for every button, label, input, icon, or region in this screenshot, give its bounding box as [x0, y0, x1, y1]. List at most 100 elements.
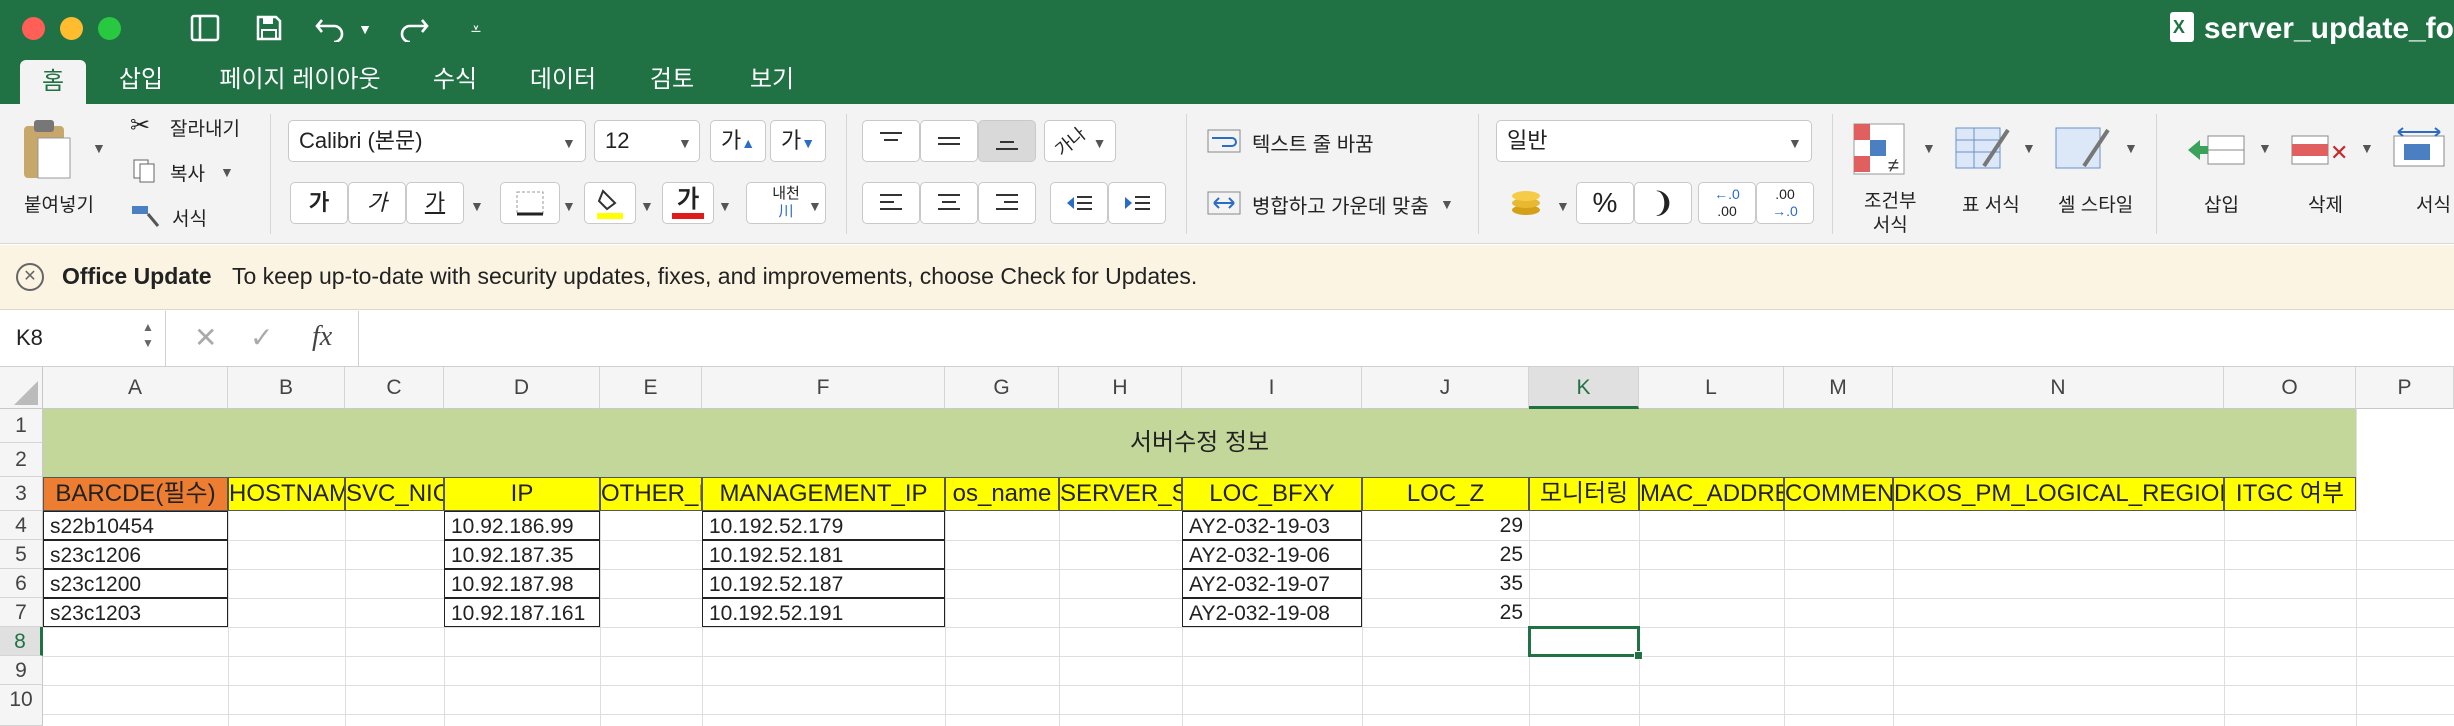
- phonetic-dropdown-icon[interactable]: ▼: [808, 198, 822, 214]
- format-painter-icon[interactable]: [130, 202, 162, 230]
- zoom-window-button[interactable]: [98, 17, 121, 40]
- data-cell-loc-bfxy[interactable]: AY2-032-19-03: [1182, 511, 1362, 540]
- insert-function-button[interactable]: fx: [312, 321, 332, 353]
- row-header-2[interactable]: 2: [0, 443, 43, 477]
- paste-dropdown-icon[interactable]: ▼: [92, 140, 106, 156]
- minimize-window-button[interactable]: [60, 17, 83, 40]
- orientation-button[interactable]: 가나 ▼: [1044, 120, 1116, 162]
- underline-button[interactable]: 가: [406, 182, 464, 224]
- row-header-4[interactable]: 4: [0, 511, 43, 540]
- font-name-dropdown-icon[interactable]: ▼: [562, 135, 576, 151]
- redo-icon[interactable]: [396, 14, 432, 44]
- header-cell-loc-bfxy[interactable]: LOC_BFXY: [1182, 477, 1362, 511]
- format-cells-icon[interactable]: [2390, 126, 2450, 176]
- merge-dropdown-icon[interactable]: ▼: [1440, 196, 1454, 212]
- column-header-n[interactable]: N: [1893, 367, 2224, 409]
- percent-style-button[interactable]: %: [1576, 182, 1634, 224]
- column-header-g[interactable]: G: [945, 367, 1059, 409]
- tab-page-layout[interactable]: 페이지 레이아웃: [200, 56, 400, 104]
- column-header-l[interactable]: L: [1639, 367, 1784, 409]
- spreadsheet-grid[interactable]: A B C D E F G H I J K L M N O P 1 2 3 4 …: [0, 367, 2454, 726]
- save-icon[interactable]: [252, 14, 286, 44]
- data-cell-barcode[interactable]: s23c1206: [43, 540, 228, 569]
- conditional-format-icon[interactable]: ≠: [1852, 122, 1906, 177]
- column-header-d[interactable]: D: [444, 367, 600, 409]
- grow-font-button[interactable]: 가▲: [710, 120, 766, 162]
- header-cell-mac-address[interactable]: MAC_ADDRESS: [1639, 477, 1784, 511]
- row-header-1[interactable]: 1: [0, 409, 43, 443]
- header-cell-hostname[interactable]: HOSTNAME: [228, 477, 345, 511]
- cell-style-dropdown-icon[interactable]: ▼: [2124, 140, 2138, 156]
- tab-view[interactable]: 보기: [736, 56, 808, 104]
- row-header-5[interactable]: 5: [0, 540, 43, 569]
- header-cell-dkos-region[interactable]: DKOS_PM_LOGICAL_REGION: [1893, 477, 2224, 511]
- font-color-dropdown-icon[interactable]: ▼: [718, 198, 732, 214]
- row-header-9[interactable]: 9: [0, 656, 43, 685]
- data-cell-loc-z[interactable]: 35: [1362, 569, 1529, 598]
- borders-dropdown-icon[interactable]: ▼: [562, 198, 576, 214]
- header-cell-ip[interactable]: IP: [444, 477, 600, 511]
- copy-button[interactable]: 복사: [170, 159, 205, 186]
- column-header-k[interactable]: K: [1529, 367, 1639, 409]
- format-painter-button[interactable]: 서식: [172, 204, 207, 231]
- data-cell-loc-bfxy[interactable]: AY2-032-19-07: [1182, 569, 1362, 598]
- undo-dropdown-icon[interactable]: ▼: [356, 14, 374, 44]
- cell-style-button[interactable]: 셀 스타일: [2058, 190, 2133, 217]
- fill-handle[interactable]: [1634, 651, 1643, 660]
- copy-icon[interactable]: [130, 156, 158, 184]
- row-header-7[interactable]: 7: [0, 598, 43, 627]
- sidebar-icon[interactable]: [188, 14, 222, 44]
- increase-decimal-button[interactable]: ←.0 .00: [1698, 182, 1756, 224]
- merged-title-cell[interactable]: 서버수정 정보: [43, 409, 2356, 477]
- conditional-format-button[interactable]: 조건부 서식: [1864, 190, 1916, 238]
- confirm-edit-icon[interactable]: ✓: [250, 321, 273, 354]
- formula-input[interactable]: [358, 311, 2454, 367]
- align-middle-button[interactable]: [920, 120, 978, 162]
- header-cell-server-status[interactable]: SERVER_STATUS: [1059, 477, 1182, 511]
- active-cell-k8[interactable]: [1528, 626, 1640, 657]
- number-format-dropdown-icon[interactable]: ▼: [1788, 135, 1802, 151]
- data-cell-ip[interactable]: 10.92.187.161: [444, 598, 600, 627]
- data-cell-barcode[interactable]: s23c1203: [43, 598, 228, 627]
- data-cell-ip[interactable]: 10.92.186.99: [444, 511, 600, 540]
- delete-cells-button[interactable]: 삭제: [2308, 190, 2343, 217]
- data-cell-loc-z[interactable]: 25: [1362, 540, 1529, 569]
- tab-home[interactable]: 홈: [20, 60, 86, 104]
- header-cell-itgc[interactable]: ITGC 여부: [2224, 477, 2356, 511]
- align-bottom-button[interactable]: [978, 120, 1036, 162]
- accounting-format-icon[interactable]: [1496, 182, 1556, 224]
- tab-review[interactable]: 검토: [636, 56, 708, 104]
- table-format-icon[interactable]: [1954, 122, 2012, 176]
- decrease-decimal-button[interactable]: .00 →.0: [1756, 182, 1814, 224]
- row-header-8[interactable]: 8: [0, 627, 43, 656]
- font-size-dropdown-icon[interactable]: ▼: [678, 135, 692, 151]
- delete-cells-icon[interactable]: ✕: [2290, 126, 2350, 176]
- data-cell-ip[interactable]: 10.92.187.35: [444, 540, 600, 569]
- italic-button[interactable]: 가: [348, 182, 406, 224]
- cut-icon[interactable]: ✂: [130, 112, 158, 140]
- tab-formulas[interactable]: 수식: [420, 56, 490, 104]
- customize-toolbar-icon[interactable]: ⩡: [464, 14, 488, 44]
- table-format-dropdown-icon[interactable]: ▼: [2022, 140, 2036, 156]
- column-header-o[interactable]: O: [2224, 367, 2356, 409]
- align-top-button[interactable]: [862, 120, 920, 162]
- column-header-c[interactable]: C: [345, 367, 444, 409]
- merge-center-button[interactable]: 병합하고 가운데 맞춤: [1252, 190, 1429, 219]
- header-cell-os-name[interactable]: os_name: [945, 477, 1059, 511]
- name-box-stepper-icon[interactable]: ▲ ▼: [142, 319, 154, 351]
- insert-cells-button[interactable]: 삽입: [2204, 190, 2239, 217]
- insert-cells-dropdown-icon[interactable]: ▼: [2258, 140, 2272, 156]
- data-cell-management-ip[interactable]: 10.192.52.187: [702, 569, 945, 598]
- cancel-edit-icon[interactable]: ✕: [194, 321, 217, 354]
- merge-center-icon[interactable]: [1206, 188, 1242, 218]
- data-cell-loc-z[interactable]: 25: [1362, 598, 1529, 627]
- copy-dropdown-icon[interactable]: ▼: [220, 164, 234, 180]
- delete-cells-dropdown-icon[interactable]: ▼: [2360, 140, 2374, 156]
- comma-style-button[interactable]: ❩: [1634, 182, 1692, 224]
- data-cell-barcode[interactable]: s22b10454: [43, 511, 228, 540]
- column-header-m[interactable]: M: [1784, 367, 1893, 409]
- conditional-format-dropdown-icon[interactable]: ▼: [1922, 140, 1936, 156]
- data-cell-barcode[interactable]: s23c1200: [43, 569, 228, 598]
- increase-indent-button[interactable]: [1108, 182, 1166, 224]
- underline-dropdown-icon[interactable]: ▼: [470, 198, 484, 214]
